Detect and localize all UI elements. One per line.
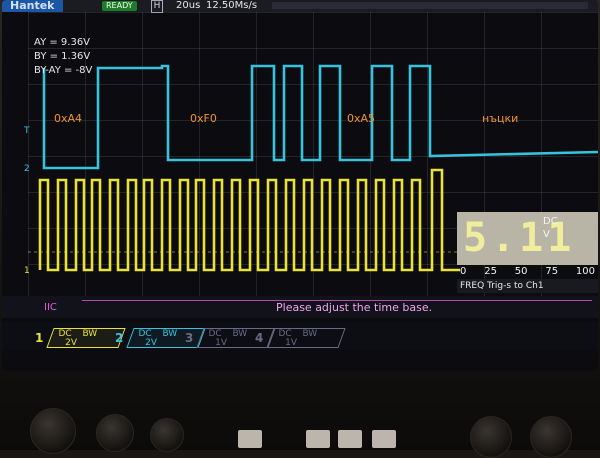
time-base-warning: Please adjust the time base. bbox=[276, 301, 433, 314]
dmm-scale-tick: 100 bbox=[575, 266, 595, 277]
softkey-button[interactable] bbox=[338, 430, 362, 448]
dmm-value: 5.11 bbox=[463, 215, 576, 261]
channel-2-number: 2 bbox=[115, 331, 124, 345]
cursor-readout: AY = 9.36V BY = 1.36V BY-AY = -8V bbox=[34, 36, 92, 78]
channel-4-number: 4 bbox=[255, 331, 264, 345]
scope-screen: Hantek READY H 20us 12.50Ms/s 2 T 1 AY =… bbox=[2, 0, 598, 370]
softkey-button[interactable] bbox=[238, 430, 262, 448]
channel-4-tab[interactable]: 4 DC BW 1V bbox=[255, 328, 346, 348]
cursor-ay-value: AY = 9.36V bbox=[34, 37, 91, 48]
dmm-scale-tick: 0 bbox=[460, 266, 467, 277]
channel-4-bw: BW bbox=[302, 329, 318, 339]
front-panel-knob[interactable] bbox=[470, 416, 512, 458]
front-panel-knob[interactable] bbox=[150, 418, 184, 452]
softkey-button[interactable] bbox=[306, 430, 330, 448]
dmm-scale-tick: 25 bbox=[484, 266, 497, 277]
decode-label-3: 0xA5 bbox=[347, 112, 376, 125]
channel-3-bw: BW bbox=[232, 329, 248, 339]
channel-bar: 1 DC BW 2V 2 DC BW 2V 3 DC BW 1V 4 DC BW… bbox=[2, 322, 598, 350]
channel-1-number: 1 bbox=[35, 331, 44, 345]
channel-3-tab[interactable]: 3 DC BW 1V bbox=[185, 328, 276, 348]
channel-1-tab[interactable]: 1 DC BW 2V bbox=[35, 328, 126, 348]
cursor-by-value: BY = 1.36V bbox=[34, 51, 91, 62]
channel-3-vdiv: 1V bbox=[215, 338, 228, 348]
channel-4-vdiv: 1V bbox=[285, 338, 298, 348]
front-panel-knob[interactable] bbox=[30, 408, 76, 454]
softkey-button[interactable] bbox=[372, 430, 396, 448]
channel-2-tab[interactable]: 2 DC BW 2V bbox=[115, 328, 206, 348]
dmm-scale-tick: 50 bbox=[514, 266, 528, 277]
dmm-scale: 0 25 50 75 100 bbox=[457, 266, 598, 278]
front-panel-knob[interactable] bbox=[530, 416, 572, 458]
decode-label-4: нъцки bbox=[482, 112, 519, 125]
ch1-ground-marker: 1 bbox=[24, 266, 30, 276]
dmm-readout: 5.11 DC V bbox=[457, 212, 598, 265]
dmm-coupling: DC bbox=[543, 216, 558, 227]
frequency-readout: FREQ Trig-s to Ch1 bbox=[457, 279, 598, 293]
cursor-delta-value: BY-AY = -8V bbox=[34, 65, 93, 76]
ch2-ground-marker: 2 bbox=[24, 164, 30, 174]
front-panel bbox=[0, 372, 600, 458]
channel-2-vdiv: 2V bbox=[145, 338, 158, 348]
bus-decode-row: IIC Please adjust the time base. bbox=[2, 296, 598, 318]
dmm-scale-tick: 75 bbox=[545, 266, 559, 277]
channel-3-number: 3 bbox=[185, 331, 194, 345]
ch1-trace bbox=[38, 168, 460, 272]
bus-label: IIC bbox=[44, 302, 57, 313]
channel-2-bw: BW bbox=[162, 329, 178, 339]
channel-1-vdiv: 2V bbox=[65, 338, 78, 348]
trigger-marker: T bbox=[24, 126, 30, 136]
front-panel-knob[interactable] bbox=[96, 414, 134, 452]
channel-1-bw: BW bbox=[82, 329, 98, 339]
decode-label-1: 0xA4 bbox=[54, 112, 83, 125]
dmm-unit: V bbox=[543, 229, 550, 240]
decode-label-2: 0xF0 bbox=[190, 112, 217, 125]
